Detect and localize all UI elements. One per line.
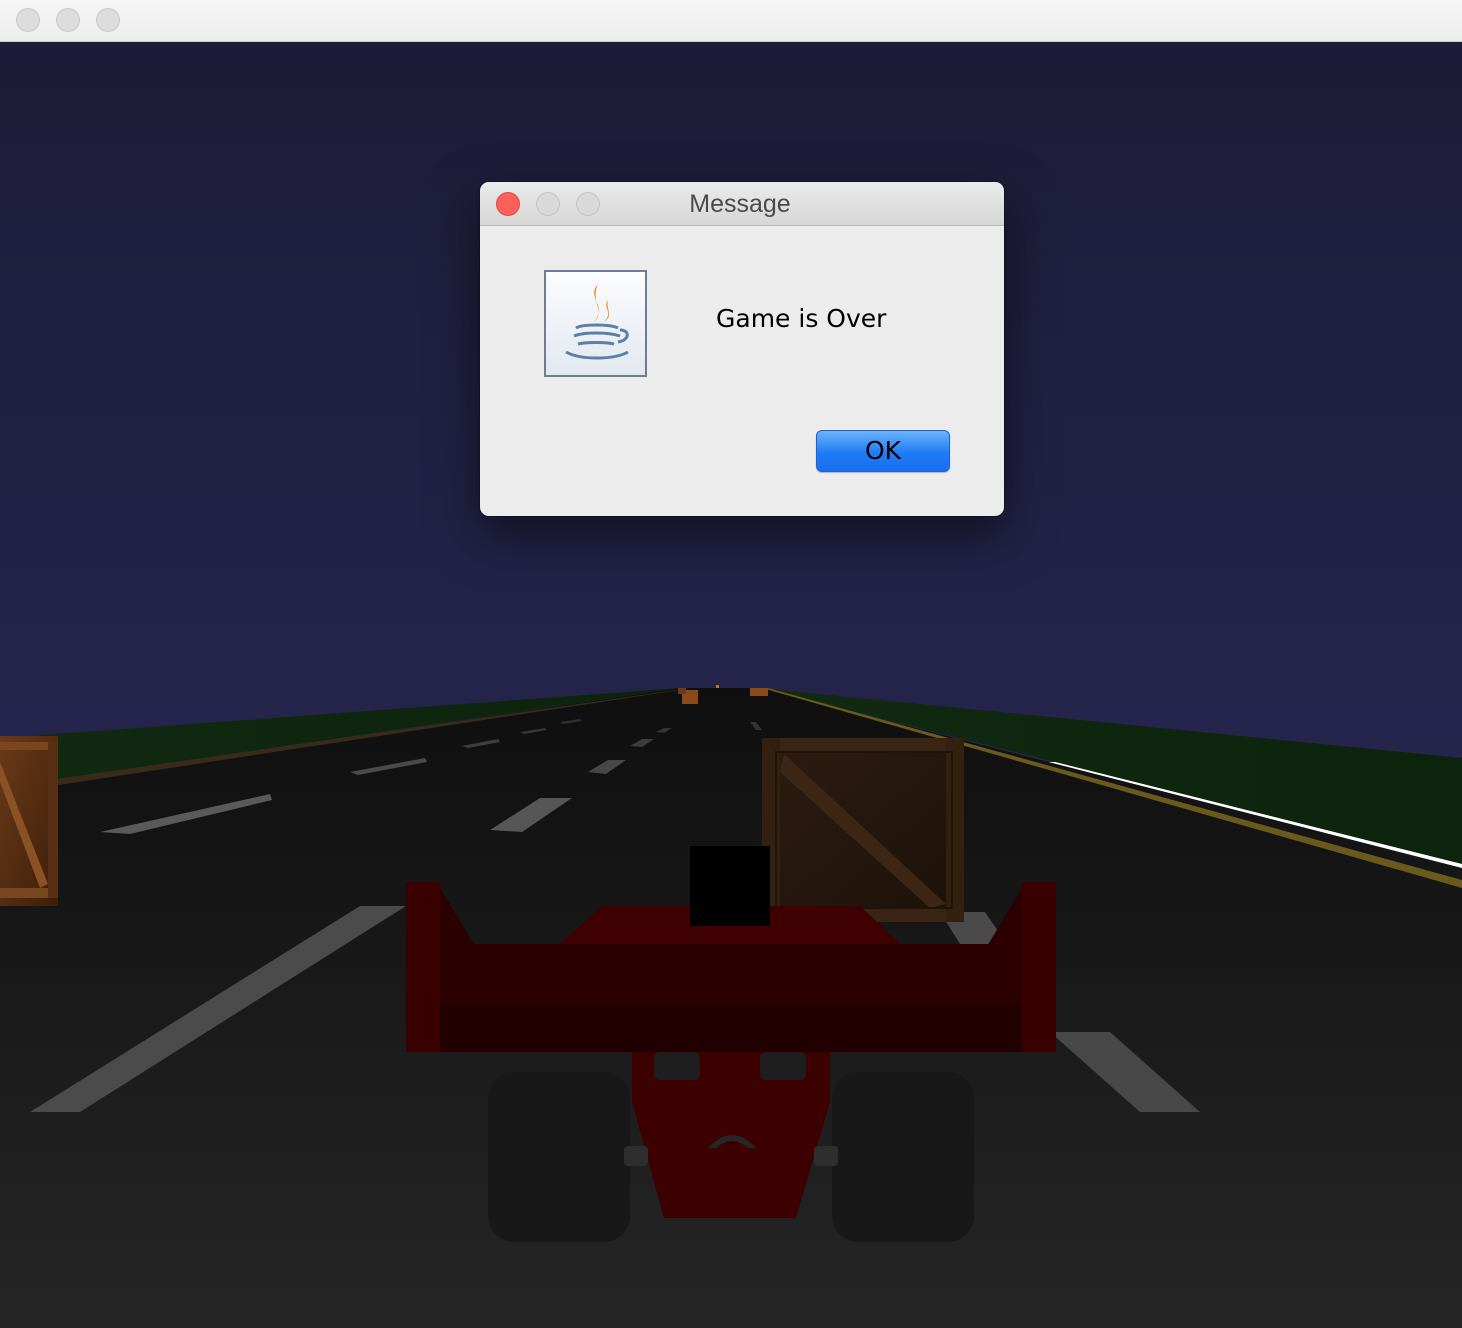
- minimize-window-button[interactable]: [56, 8, 80, 32]
- app-window: Message Game is Over OK: [0, 0, 1462, 1328]
- crate-left: [0, 736, 58, 906]
- crate-right: [762, 738, 964, 922]
- dialog-titlebar: Message: [480, 182, 1004, 226]
- ok-button[interactable]: OK: [816, 430, 950, 472]
- distant-crate: [750, 688, 768, 696]
- window-titlebar: [0, 0, 1462, 42]
- dialog-title: Message: [689, 190, 791, 218]
- zoom-window-button[interactable]: [96, 8, 120, 32]
- close-window-button[interactable]: [16, 8, 40, 32]
- distant-crate: [678, 688, 686, 694]
- distant-crate: [716, 685, 719, 688]
- message-text: Game is Over: [716, 304, 887, 333]
- java-coffee-cup-icon: [544, 270, 647, 377]
- message-dialog: Message Game is Over OK: [480, 182, 1004, 516]
